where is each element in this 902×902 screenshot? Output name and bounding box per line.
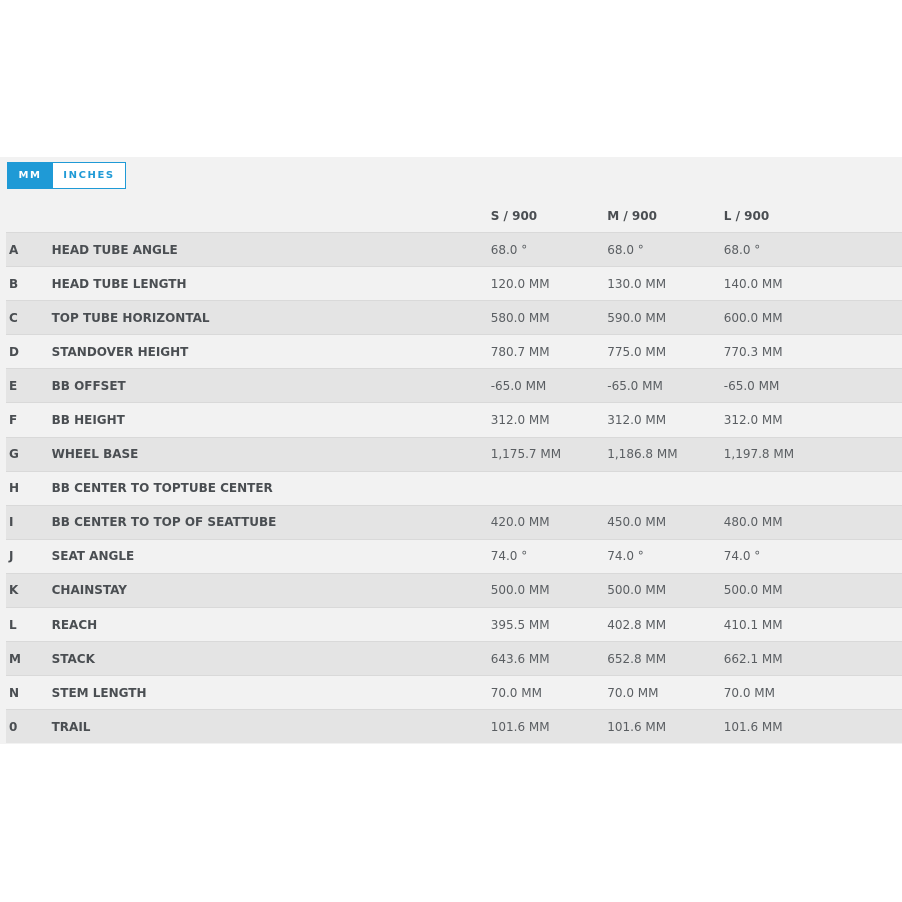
row-letter: F	[9, 413, 18, 428]
value-s: 643.6 MM	[490, 651, 550, 666]
geometry-table: S / 900 M / 900 L / 900 A HEAD TUBE ANGLE…	[6, 199, 902, 744]
value-m: 402.8 MM	[607, 617, 667, 632]
row-label: REACH	[51, 617, 98, 632]
value-m: 312.0 MM	[607, 413, 667, 428]
row-letter: H	[9, 481, 20, 496]
row-label: BB OFFSET	[51, 378, 126, 393]
row-letter: M	[9, 651, 21, 666]
table-header-row: S / 900 M / 900 L / 900	[6, 199, 902, 232]
column-header-l: L / 900	[723, 208, 770, 223]
value-s: 580.0 MM	[490, 310, 550, 325]
table-row: H BB CENTER TO TOPTUBE CENTER	[6, 470, 902, 505]
value-s: 101.6 MM	[490, 719, 550, 734]
value-m: 652.8 MM	[607, 651, 667, 666]
row-label: BB CENTER TO TOPTUBE CENTER	[51, 481, 273, 496]
column-header-s: S / 900	[490, 208, 538, 223]
value-s: -65.0 MM	[490, 378, 547, 393]
value-l: 600.0 MM	[723, 310, 783, 325]
value-l: 480.0 MM	[723, 515, 783, 530]
table-row: 0 TRAIL 101.6 MM 101.6 MM 101.6 MM	[6, 709, 902, 744]
value-l: 101.6 MM	[723, 719, 783, 734]
value-l: 70.0 MM	[723, 685, 775, 700]
table-row: I BB CENTER TO TOP OF SEATTUBE 420.0 MM 450…	[6, 504, 902, 539]
value-l: 1,197.8 MM	[723, 447, 795, 462]
row-label: SEAT ANGLE	[51, 549, 135, 564]
value-l: 140.0 MM	[723, 276, 783, 291]
value-s: 70.0 MM	[490, 685, 542, 700]
row-letter: K	[9, 583, 19, 598]
row-label: BB HEIGHT	[51, 413, 125, 428]
row-label: STEM LENGTH	[51, 685, 147, 700]
table-row: F BB HEIGHT 312.0 MM 312.0 MM 312.0 MM	[6, 402, 902, 437]
value-s: 74.0 °	[490, 549, 528, 564]
value-l: 74.0 °	[723, 549, 761, 564]
row-label: CHAINSTAY	[51, 583, 127, 598]
value-l: 500.0 MM	[723, 583, 783, 598]
row-label: HEAD TUBE ANGLE	[51, 242, 178, 257]
value-s: 1,175.7 MM	[490, 447, 562, 462]
value-s: 780.7 MM	[490, 344, 550, 359]
row-letter: 0	[9, 719, 18, 734]
value-m: 450.0 MM	[607, 515, 667, 530]
row-label: HEAD TUBE LENGTH	[51, 276, 187, 291]
value-m: 130.0 MM	[607, 276, 667, 291]
row-letter: A	[9, 242, 19, 257]
row-letter: L	[9, 617, 17, 632]
value-s: 500.0 MM	[490, 583, 550, 598]
table-row: J SEAT ANGLE 74.0 ° 74.0 ° 74.0 °	[6, 538, 902, 573]
value-m: 500.0 MM	[607, 583, 667, 598]
table-row: N STEM LENGTH 70.0 MM 70.0 MM 70.0 MM	[6, 675, 902, 710]
row-letter: E	[9, 378, 18, 393]
table-row: M STACK 643.6 MM 652.8 MM 662.1 MM	[6, 641, 902, 676]
table-row: C TOP TUBE HORIZONTAL 580.0 MM 590.0 MM 600.…	[6, 300, 902, 335]
geometry-panel: MM INCHES S / 900 M / 900 L / 900 A HEAD …	[0, 157, 902, 744]
value-m: 74.0 °	[607, 549, 644, 564]
row-label: STACK	[51, 651, 95, 666]
value-l: -65.0 MM	[723, 378, 780, 393]
value-s: 68.0 °	[490, 242, 528, 257]
value-m: 1,186.8 MM	[607, 447, 678, 462]
row-letter: C	[9, 310, 18, 325]
value-s: 120.0 MM	[490, 276, 550, 291]
row-label: STANDOVER HEIGHT	[51, 344, 189, 359]
table-row: A HEAD TUBE ANGLE 68.0 ° 68.0 ° 68.0 °	[6, 232, 902, 267]
row-letter: B	[9, 276, 19, 291]
table-row: K CHAINSTAY 500.0 MM 500.0 MM 500.0 MM	[6, 572, 902, 608]
table-row: B HEAD TUBE LENGTH 120.0 MM 130.0 MM 140.0 M…	[6, 266, 902, 301]
value-m: 590.0 MM	[607, 310, 667, 325]
table-row: E BB OFFSET -65.0 MM -65.0 MM -65.0 MM	[6, 368, 902, 403]
table-body: A HEAD TUBE ANGLE 68.0 ° 68.0 ° 68.0 ° B HEAD …	[6, 232, 902, 744]
unit-toggle: MM INCHES	[7, 162, 126, 189]
row-label: TRAIL	[51, 719, 91, 734]
value-l: 410.1 MM	[723, 617, 783, 632]
column-header-m: M / 900	[607, 208, 657, 223]
row-letter: D	[9, 344, 19, 359]
row-label: TOP TUBE HORIZONTAL	[51, 310, 210, 325]
row-letter: G	[9, 447, 19, 462]
value-m: 70.0 MM	[607, 685, 659, 700]
table-row: D STANDOVER HEIGHT 780.7 MM 775.0 MM 770.3 M…	[6, 334, 902, 369]
value-s: 395.5 MM	[490, 617, 550, 632]
inches-unit-button[interactable]: INCHES	[52, 163, 125, 188]
value-m: -65.0 MM	[607, 378, 663, 393]
value-l: 68.0 °	[723, 242, 761, 257]
value-m: 775.0 MM	[607, 344, 667, 359]
row-letter: N	[9, 685, 20, 700]
value-l: 662.1 MM	[723, 651, 783, 666]
row-label: BB CENTER TO TOP OF SEATTUBE	[51, 515, 277, 530]
value-m: 68.0 °	[607, 242, 644, 257]
row-letter: I	[9, 515, 14, 530]
table-row: L REACH 395.5 MM 402.8 MM 410.1 MM	[6, 607, 902, 642]
row-label: WHEEL BASE	[51, 447, 139, 462]
table-row: G WHEEL BASE 1,175.7 MM 1,186.8 MM 1,197.8 M…	[6, 436, 902, 471]
value-m: 101.6 MM	[607, 719, 667, 734]
value-l: 312.0 MM	[723, 413, 783, 428]
value-s: 312.0 MM	[490, 413, 550, 428]
value-l: 770.3 MM	[723, 344, 783, 359]
mm-unit-button[interactable]: MM	[8, 163, 52, 188]
value-s: 420.0 MM	[490, 515, 550, 530]
row-letter: J	[9, 549, 14, 564]
